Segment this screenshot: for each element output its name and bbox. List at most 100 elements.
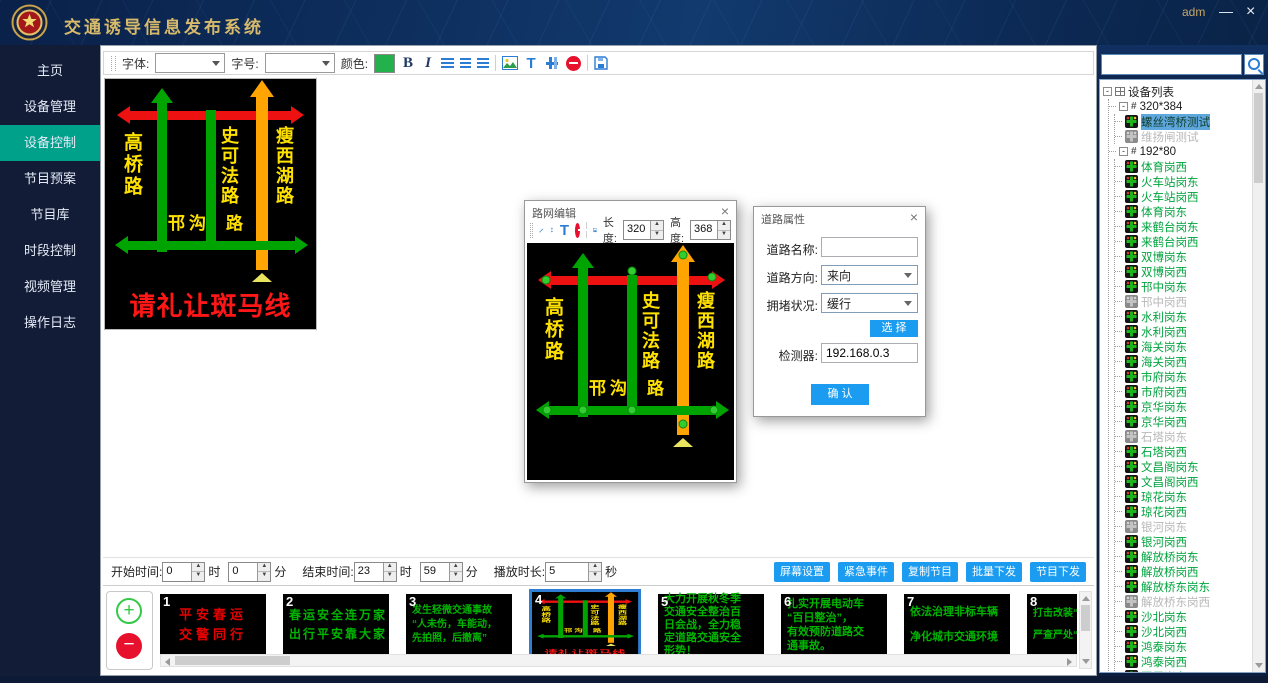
- tree-group[interactable]: -#320*384: [1109, 99, 1252, 114]
- tree-device-item[interactable]: 石塔岗东: [1115, 429, 1252, 444]
- close-icon[interactable]: ×: [1246, 3, 1255, 21]
- length-stepper[interactable]: 320 ▲▼: [623, 220, 664, 240]
- close-icon[interactable]: ×: [721, 203, 729, 219]
- font-size-select[interactable]: [265, 53, 335, 73]
- tree-device-item[interactable]: 水利岗西: [1115, 324, 1252, 339]
- playlist-item[interactable]: 4高桥路史可法路瘦西湖路邗沟路请礼让斑马线: [529, 589, 641, 661]
- control-point[interactable]: [579, 406, 588, 415]
- collapse-icon[interactable]: -: [1119, 102, 1128, 111]
- congestion-select[interactable]: 缓行: [821, 293, 918, 313]
- tree-device-item[interactable]: 京华岗东: [1115, 399, 1252, 414]
- stepper-arrows[interactable]: ▲▼: [717, 221, 730, 239]
- tree-device-item[interactable]: 国展岗东: [1115, 669, 1252, 673]
- control-point[interactable]: [708, 273, 717, 282]
- road-name-input[interactable]: [821, 237, 918, 257]
- action-button[interactable]: 复制节目: [902, 562, 958, 582]
- select-button[interactable]: 选 择: [870, 320, 918, 337]
- tree-device-item[interactable]: 市府岗西: [1115, 384, 1252, 399]
- tree-device-item[interactable]: 解放桥岗东: [1115, 549, 1252, 564]
- text-tool-icon[interactable]: T: [560, 222, 569, 239]
- scroll-down-icon[interactable]: [1082, 659, 1090, 664]
- scrollbar-thumb[interactable]: [175, 656, 290, 665]
- dialog-titlebar[interactable]: 道路属性 ×: [754, 207, 925, 226]
- stepper-arrows[interactable]: ▲▼: [449, 563, 462, 581]
- sidebar-item[interactable]: 操作日志: [0, 305, 100, 341]
- editor-preview-canvas[interactable]: 高桥路史可法路瘦西湖路邗沟路: [527, 243, 734, 480]
- text-tool-icon[interactable]: T: [524, 55, 538, 72]
- playlist-item[interactable]: 5大力开展秋冬季交通安全整治百日会战，全力稳定道路交通安全形势！: [658, 594, 764, 656]
- bold-button[interactable]: B: [401, 55, 415, 72]
- scroll-left-icon[interactable]: [165, 658, 170, 666]
- close-icon[interactable]: ×: [910, 209, 918, 225]
- control-point[interactable]: [543, 406, 552, 415]
- tree-root[interactable]: -设备列表: [1103, 84, 1252, 99]
- tree-device-item[interactable]: 鸿泰岗西: [1115, 654, 1252, 669]
- height-stepper[interactable]: 368 ▲▼: [690, 220, 731, 240]
- playlist-item[interactable]: 8打击改装“炸严查严处“机: [1027, 594, 1077, 656]
- scroll-down-icon[interactable]: [1255, 663, 1263, 668]
- stepper-arrows[interactable]: ▲▼: [257, 563, 270, 581]
- scroll-up-icon[interactable]: [1082, 596, 1090, 601]
- sidebar-item[interactable]: 设备控制: [0, 125, 100, 161]
- scrollbar-thumb[interactable]: [1254, 93, 1263, 183]
- align-center-icon[interactable]: [460, 58, 471, 69]
- tree-device-item[interactable]: 沙北岗西: [1115, 624, 1252, 639]
- sidebar-item[interactable]: 节目库: [0, 197, 100, 233]
- detector-input[interactable]: [821, 343, 918, 363]
- tree-device-item[interactable]: 文昌阁岗西: [1115, 474, 1252, 489]
- end-minute-stepper[interactable]: 59 ▲▼: [420, 562, 463, 582]
- road-direction-select[interactable]: 来向: [821, 265, 918, 285]
- scroll-right-icon[interactable]: [1067, 658, 1072, 666]
- tree-device-item[interactable]: 双博岗东: [1115, 249, 1252, 264]
- stepper-arrows[interactable]: ▲▼: [383, 563, 396, 581]
- device-search-input[interactable]: [1101, 54, 1242, 75]
- tree-device-item[interactable]: 火车站岗东: [1115, 174, 1252, 189]
- color-swatch[interactable]: [374, 54, 395, 73]
- save-icon[interactable]: [594, 56, 608, 70]
- start-hour-stepper[interactable]: 0 ▲▼: [162, 562, 205, 582]
- control-point[interactable]: [628, 267, 637, 276]
- tree-device-item[interactable]: 鸿泰岗东: [1115, 639, 1252, 654]
- sidebar-item[interactable]: 节目预案: [0, 161, 100, 197]
- control-point[interactable]: [710, 406, 719, 415]
- playlist-item[interactable]: 6扎实开展电动车“百日整治”，有效预防道路交通事故。: [781, 594, 887, 656]
- font-family-select[interactable]: [155, 53, 225, 73]
- tree-device-item[interactable]: 维扬闸测试: [1115, 129, 1252, 144]
- tree-device-item[interactable]: 海关岗西: [1115, 354, 1252, 369]
- sidebar-item[interactable]: 视频管理: [0, 269, 100, 305]
- action-button[interactable]: 批量下发: [966, 562, 1022, 582]
- tree-device-item[interactable]: 市府岗东: [1115, 369, 1252, 384]
- dialog-titlebar[interactable]: 路网编辑 ×: [525, 201, 736, 220]
- playlist-item[interactable]: 1平安春运交警同行: [160, 594, 266, 656]
- tree-device-item[interactable]: 解放桥岗西: [1115, 564, 1252, 579]
- tree-device-item[interactable]: 沙北岗东: [1115, 609, 1252, 624]
- playlist-item[interactable]: 3发生轻微交通事故“人未伤，车能动，先拍照，后撤离”: [406, 594, 512, 656]
- action-button[interactable]: 节目下发: [1030, 562, 1086, 582]
- tree-device-item[interactable]: 双博岗西: [1115, 264, 1252, 279]
- tree-device-item[interactable]: 银河岗西: [1115, 534, 1252, 549]
- image-tool-icon[interactable]: [502, 56, 518, 70]
- start-minute-stepper[interactable]: 0 ▲▼: [228, 562, 271, 582]
- playlist-item[interactable]: 7依法治理非标车辆净化城市交通环境: [904, 594, 1010, 656]
- scrollbar-thumb[interactable]: [1081, 605, 1090, 631]
- minimize-icon[interactable]: —: [1219, 3, 1233, 19]
- delete-tool-icon[interactable]: [566, 56, 581, 71]
- remove-program-button[interactable]: −: [116, 633, 142, 659]
- sidebar-item[interactable]: 时段控制: [0, 233, 100, 269]
- duration-stepper[interactable]: 5 ▲▼: [545, 562, 602, 582]
- tree-device-item[interactable]: 来鹤台岗东: [1115, 219, 1252, 234]
- road-direction-tool-icon[interactable]: [550, 223, 554, 237]
- collapse-icon[interactable]: -: [1119, 147, 1128, 156]
- tree-device-item[interactable]: 水利岗东: [1115, 309, 1252, 324]
- playlist-item[interactable]: 2春运安全连万家出行平安靠大家: [283, 594, 389, 656]
- tree-device-item[interactable]: 琼花岗西: [1115, 504, 1252, 519]
- tree-device-item[interactable]: 体育岗西: [1115, 159, 1252, 174]
- control-point[interactable]: [679, 420, 688, 429]
- stepper-arrows[interactable]: ▲▼: [191, 563, 204, 581]
- add-program-button[interactable]: +: [116, 598, 142, 624]
- tree-device-item[interactable]: 文昌阁岗东: [1115, 459, 1252, 474]
- sidebar-item[interactable]: 设备管理: [0, 89, 100, 125]
- control-point[interactable]: [628, 406, 637, 415]
- tree-device-item[interactable]: 螺丝湾桥测试: [1115, 114, 1252, 129]
- confirm-button[interactable]: 确 认: [811, 384, 869, 405]
